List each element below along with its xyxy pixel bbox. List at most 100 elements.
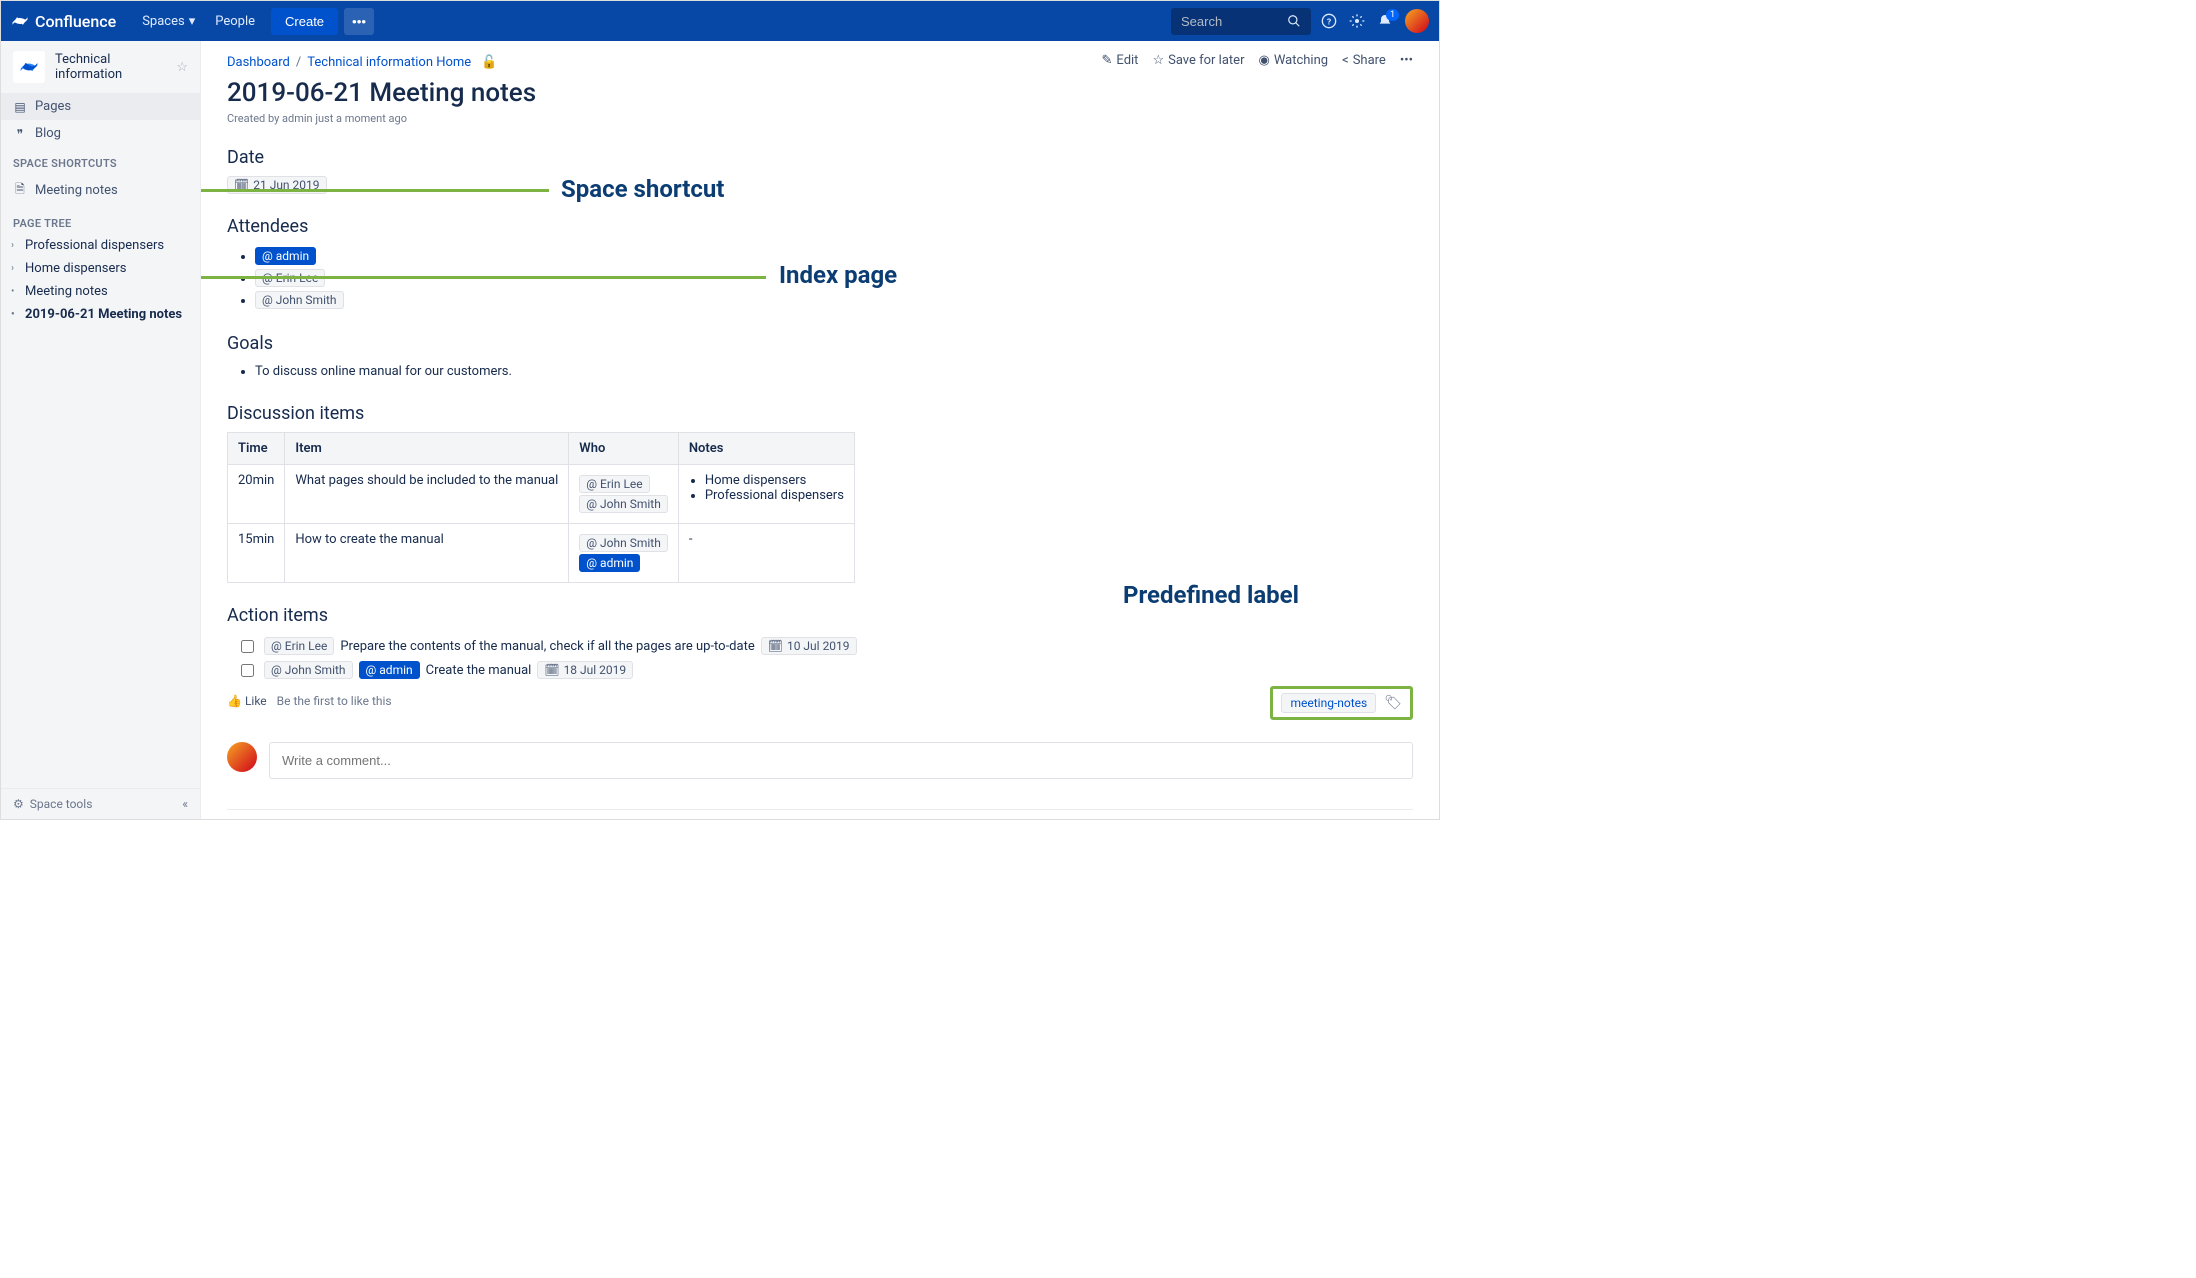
page-actions: ✎Edit ☆Save for later ◉Watching <Share •… (1102, 53, 1413, 68)
shortcut-icon: 🗎 (13, 180, 27, 201)
tree-item[interactable]: •2019-06-21 Meeting notes (1, 303, 200, 326)
tree-item[interactable]: ›Home dispensers (1, 257, 200, 280)
mention[interactable]: @ John Smith (579, 534, 668, 552)
notification-badge: 1 (1386, 9, 1399, 21)
svg-text:?: ? (1327, 17, 1331, 27)
mention[interactable]: @ admin (579, 554, 640, 572)
mention[interactable]: @ admin (359, 661, 420, 679)
labels-highlight: meeting-notes 🏷 (1270, 686, 1413, 720)
sidebar-blog[interactable]: ❞Blog (1, 120, 200, 147)
action-items-heading: Action items (227, 605, 1413, 626)
calendar-icon: 🗓 (234, 178, 249, 192)
col-item: Item (285, 433, 569, 465)
chevron-down-icon: ▾ (189, 14, 196, 29)
watching-button[interactable]: ◉Watching (1258, 53, 1328, 68)
shortcut-meeting-notes[interactable]: 🗎Meeting notes (1, 174, 200, 207)
gear-icon: ⚙ (13, 797, 24, 811)
calendar-icon: 🗓 (544, 663, 559, 677)
comment-avatar (227, 742, 257, 772)
share-button[interactable]: <Share (1342, 53, 1386, 68)
due-date: 🗓 10 Jul 2019 (761, 637, 857, 655)
attendee: @ John Smith (255, 289, 1413, 311)
page-footer: DEMONSTRATION LICENSE - This Confluence … (227, 809, 1413, 819)
table-row: 15minHow to create the manual@ John Smit… (228, 524, 855, 583)
star-icon: ☆ (1152, 53, 1164, 68)
space-name[interactable]: Technical information (55, 52, 166, 82)
mention[interactable]: @ John Smith (264, 661, 353, 679)
comment-input[interactable] (269, 742, 1413, 779)
tree-expander[interactable]: • (11, 309, 21, 320)
byline: Created by admin just a moment ago (227, 112, 1413, 125)
blog-icon: ❞ (13, 127, 27, 141)
sidebar: Technical information ☆ ▤Pages ❞Blog SPA… (1, 41, 201, 819)
breadcrumb-dashboard[interactable]: Dashboard (227, 55, 290, 70)
attendees-heading: Attendees (227, 216, 1413, 237)
action-item: @ John Smith @ admin Create the manual 🗓… (227, 658, 1413, 682)
attendee: @ Erin Lee (255, 267, 1413, 289)
create-more-button[interactable]: ••• (344, 8, 374, 35)
save-for-later-button[interactable]: ☆Save for later (1152, 53, 1244, 68)
settings-icon[interactable] (1349, 13, 1365, 29)
tree-expander[interactable]: › (11, 240, 21, 251)
tree-heading: PAGE TREE (1, 207, 200, 234)
due-date: 🗓 18 Jul 2019 (537, 661, 633, 679)
user-avatar[interactable] (1405, 9, 1429, 33)
tree-expander[interactable]: • (11, 286, 21, 297)
pencil-icon: ✎ (1102, 53, 1113, 68)
goal-item: To discuss online manual for our custome… (255, 362, 1413, 381)
thumbs-up-icon: 👍 (227, 694, 242, 708)
confluence-icon (11, 12, 29, 30)
discussion-table: Time Item Who Notes 20minWhat pages shou… (227, 432, 855, 583)
eye-icon: ◉ (1258, 53, 1269, 68)
col-notes: Notes (678, 433, 854, 465)
col-time: Time (228, 433, 285, 465)
collapse-sidebar-icon[interactable]: « (182, 797, 188, 811)
help-icon[interactable]: ? (1321, 13, 1337, 29)
shortcuts-heading: SPACE SHORTCUTS (1, 147, 200, 174)
product-logo[interactable]: Confluence (11, 12, 116, 31)
date-value: 🗓21 Jun 2019 (227, 176, 327, 194)
more-actions-button[interactable]: ••• (1400, 53, 1413, 68)
attendee: @ admin (255, 245, 1413, 267)
nav-spaces[interactable]: Spaces ▾ (132, 14, 205, 29)
discussion-heading: Discussion items (227, 403, 1413, 424)
tree-item[interactable]: •Meeting notes (1, 280, 200, 303)
share-icon: < (1342, 53, 1349, 68)
table-row: 20minWhat pages should be included to th… (228, 465, 855, 524)
task-checkbox[interactable] (241, 640, 254, 653)
task-checkbox[interactable] (241, 664, 254, 677)
col-who: Who (569, 433, 679, 465)
star-icon[interactable]: ☆ (176, 60, 188, 75)
sidebar-pages[interactable]: ▤Pages (1, 93, 200, 120)
tree-expander[interactable]: › (11, 263, 21, 274)
action-item: @ Erin Lee Prepare the contents of the m… (227, 634, 1413, 658)
label-chip[interactable]: meeting-notes (1281, 693, 1376, 713)
space-tools[interactable]: Space tools (30, 797, 93, 811)
notifications-icon[interactable]: 1 (1377, 13, 1393, 29)
top-nav: Confluence Spaces ▾ People Create ••• ? … (1, 1, 1439, 41)
mention[interactable]: @ John Smith (255, 291, 344, 309)
tag-icon[interactable]: 🏷 (1384, 695, 1402, 711)
mention[interactable]: @ Erin Lee (255, 269, 325, 287)
create-button[interactable]: Create (271, 8, 338, 35)
goals-heading: Goals (227, 333, 1413, 354)
restrictions-icon[interactable]: 🔓 (481, 55, 497, 70)
mention[interactable]: @ John Smith (579, 495, 668, 513)
search-icon[interactable] (1287, 14, 1301, 28)
breadcrumb-home[interactable]: Technical information Home (307, 55, 471, 70)
tree-item[interactable]: ›Professional dispensers (1, 234, 200, 257)
space-logo (13, 51, 45, 83)
like-hint: Be the first to like this (277, 694, 392, 708)
product-name: Confluence (35, 12, 116, 31)
edit-button[interactable]: ✎Edit (1102, 53, 1139, 68)
mention[interactable]: @ Erin Lee (579, 475, 649, 493)
page-icon: ▤ (13, 100, 27, 114)
page-title: 2019-06-21 Meeting notes (227, 78, 1413, 108)
like-button[interactable]: 👍Like (227, 694, 267, 708)
mention[interactable]: @ admin (255, 247, 316, 265)
nav-people[interactable]: People (205, 14, 265, 29)
content-area: ✎Edit ☆Save for later ◉Watching <Share •… (201, 41, 1439, 819)
mention[interactable]: @ Erin Lee (264, 637, 334, 655)
date-heading: Date (227, 147, 1413, 168)
calendar-icon: 🗓 (768, 639, 783, 653)
